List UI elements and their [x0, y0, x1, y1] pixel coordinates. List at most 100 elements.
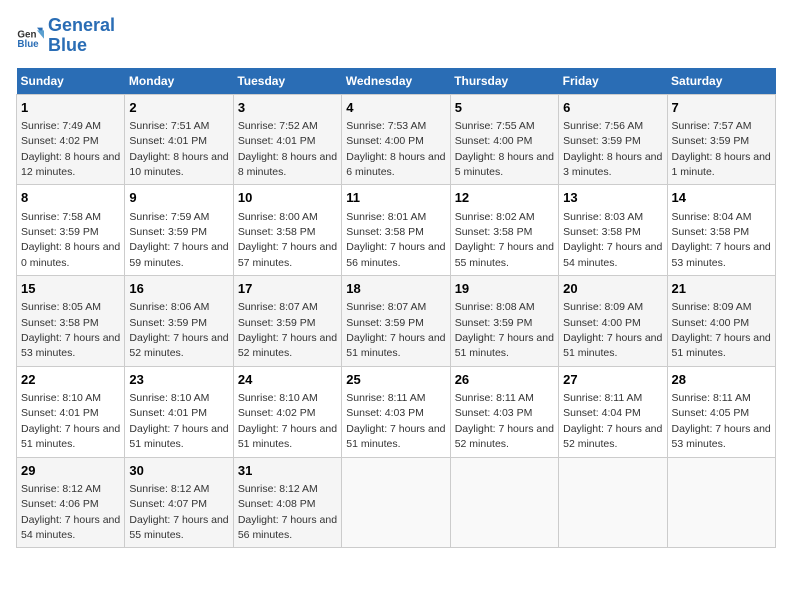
header-monday: Monday	[125, 68, 233, 95]
header-saturday: Saturday	[667, 68, 775, 95]
calendar-cell: 3 Sunrise: 7:52 AMSunset: 4:01 PMDayligh…	[233, 94, 341, 185]
logo: Gen Blue GeneralBlue	[16, 16, 115, 56]
calendar-cell	[342, 457, 450, 548]
calendar-cell: 14 Sunrise: 8:04 AMSunset: 3:58 PMDaylig…	[667, 185, 775, 276]
svg-text:Blue: Blue	[17, 39, 39, 50]
calendar-cell: 9 Sunrise: 7:59 AMSunset: 3:59 PMDayligh…	[125, 185, 233, 276]
day-number: 23	[129, 371, 228, 389]
day-number: 26	[455, 371, 554, 389]
calendar-cell: 6 Sunrise: 7:56 AMSunset: 3:59 PMDayligh…	[559, 94, 667, 185]
calendar-week-row: 22 Sunrise: 8:10 AMSunset: 4:01 PMDaylig…	[17, 366, 776, 457]
day-number: 16	[129, 280, 228, 298]
calendar-cell: 15 Sunrise: 8:05 AMSunset: 3:58 PMDaylig…	[17, 276, 125, 367]
day-number: 9	[129, 189, 228, 207]
calendar-cell: 27 Sunrise: 8:11 AMSunset: 4:04 PMDaylig…	[559, 366, 667, 457]
calendar-cell	[450, 457, 558, 548]
calendar-week-row: 29 Sunrise: 8:12 AMSunset: 4:06 PMDaylig…	[17, 457, 776, 548]
day-info: Sunrise: 8:02 AMSunset: 3:58 PMDaylight:…	[455, 211, 554, 269]
day-number: 30	[129, 462, 228, 480]
day-info: Sunrise: 7:58 AMSunset: 3:59 PMDaylight:…	[21, 211, 120, 269]
calendar-cell: 13 Sunrise: 8:03 AMSunset: 3:58 PMDaylig…	[559, 185, 667, 276]
calendar-cell: 31 Sunrise: 8:12 AMSunset: 4:08 PMDaylig…	[233, 457, 341, 548]
logo-icon: Gen Blue	[16, 22, 44, 50]
calendar-cell: 8 Sunrise: 7:58 AMSunset: 3:59 PMDayligh…	[17, 185, 125, 276]
day-info: Sunrise: 8:11 AMSunset: 4:05 PMDaylight:…	[672, 392, 771, 450]
day-number: 29	[21, 462, 120, 480]
day-number: 12	[455, 189, 554, 207]
day-info: Sunrise: 7:57 AMSunset: 3:59 PMDaylight:…	[672, 120, 771, 178]
calendar-cell: 30 Sunrise: 8:12 AMSunset: 4:07 PMDaylig…	[125, 457, 233, 548]
calendar-cell: 24 Sunrise: 8:10 AMSunset: 4:02 PMDaylig…	[233, 366, 341, 457]
day-number: 4	[346, 99, 445, 117]
header-friday: Friday	[559, 68, 667, 95]
calendar-header-row: SundayMondayTuesdayWednesdayThursdayFrid…	[17, 68, 776, 95]
day-info: Sunrise: 8:10 AMSunset: 4:01 PMDaylight:…	[21, 392, 120, 450]
calendar-cell: 16 Sunrise: 8:06 AMSunset: 3:59 PMDaylig…	[125, 276, 233, 367]
calendar-cell: 17 Sunrise: 8:07 AMSunset: 3:59 PMDaylig…	[233, 276, 341, 367]
day-number: 14	[672, 189, 771, 207]
calendar-cell: 29 Sunrise: 8:12 AMSunset: 4:06 PMDaylig…	[17, 457, 125, 548]
day-info: Sunrise: 7:56 AMSunset: 3:59 PMDaylight:…	[563, 120, 662, 178]
calendar-cell: 28 Sunrise: 8:11 AMSunset: 4:05 PMDaylig…	[667, 366, 775, 457]
day-info: Sunrise: 7:49 AMSunset: 4:02 PMDaylight:…	[21, 120, 120, 178]
day-info: Sunrise: 8:06 AMSunset: 3:59 PMDaylight:…	[129, 301, 228, 359]
day-info: Sunrise: 8:00 AMSunset: 3:58 PMDaylight:…	[238, 211, 337, 269]
day-info: Sunrise: 7:55 AMSunset: 4:00 PMDaylight:…	[455, 120, 554, 178]
day-number: 10	[238, 189, 337, 207]
day-info: Sunrise: 8:07 AMSunset: 3:59 PMDaylight:…	[346, 301, 445, 359]
day-info: Sunrise: 8:12 AMSunset: 4:06 PMDaylight:…	[21, 483, 120, 541]
calendar-cell: 22 Sunrise: 8:10 AMSunset: 4:01 PMDaylig…	[17, 366, 125, 457]
calendar-cell	[667, 457, 775, 548]
calendar-cell: 26 Sunrise: 8:11 AMSunset: 4:03 PMDaylig…	[450, 366, 558, 457]
day-number: 18	[346, 280, 445, 298]
day-info: Sunrise: 8:11 AMSunset: 4:03 PMDaylight:…	[346, 392, 445, 450]
day-info: Sunrise: 8:09 AMSunset: 4:00 PMDaylight:…	[563, 301, 662, 359]
logo-text: GeneralBlue	[48, 16, 115, 56]
day-info: Sunrise: 7:53 AMSunset: 4:00 PMDaylight:…	[346, 120, 445, 178]
day-number: 6	[563, 99, 662, 117]
calendar-cell: 5 Sunrise: 7:55 AMSunset: 4:00 PMDayligh…	[450, 94, 558, 185]
day-number: 13	[563, 189, 662, 207]
calendar-cell: 19 Sunrise: 8:08 AMSunset: 3:59 PMDaylig…	[450, 276, 558, 367]
day-info: Sunrise: 8:03 AMSunset: 3:58 PMDaylight:…	[563, 211, 662, 269]
calendar-cell: 4 Sunrise: 7:53 AMSunset: 4:00 PMDayligh…	[342, 94, 450, 185]
day-number: 5	[455, 99, 554, 117]
calendar-cell	[559, 457, 667, 548]
header-thursday: Thursday	[450, 68, 558, 95]
day-info: Sunrise: 7:52 AMSunset: 4:01 PMDaylight:…	[238, 120, 337, 178]
day-number: 1	[21, 99, 120, 117]
day-info: Sunrise: 8:07 AMSunset: 3:59 PMDaylight:…	[238, 301, 337, 359]
day-number: 3	[238, 99, 337, 117]
day-info: Sunrise: 8:09 AMSunset: 4:00 PMDaylight:…	[672, 301, 771, 359]
day-info: Sunrise: 8:11 AMSunset: 4:03 PMDaylight:…	[455, 392, 554, 450]
day-number: 22	[21, 371, 120, 389]
day-number: 24	[238, 371, 337, 389]
day-info: Sunrise: 8:05 AMSunset: 3:58 PMDaylight:…	[21, 301, 120, 359]
day-info: Sunrise: 7:59 AMSunset: 3:59 PMDaylight:…	[129, 211, 228, 269]
day-info: Sunrise: 8:08 AMSunset: 3:59 PMDaylight:…	[455, 301, 554, 359]
calendar-cell: 11 Sunrise: 8:01 AMSunset: 3:58 PMDaylig…	[342, 185, 450, 276]
day-number: 17	[238, 280, 337, 298]
day-info: Sunrise: 8:04 AMSunset: 3:58 PMDaylight:…	[672, 211, 771, 269]
day-number: 11	[346, 189, 445, 207]
day-number: 28	[672, 371, 771, 389]
calendar-cell: 23 Sunrise: 8:10 AMSunset: 4:01 PMDaylig…	[125, 366, 233, 457]
calendar-week-row: 1 Sunrise: 7:49 AMSunset: 4:02 PMDayligh…	[17, 94, 776, 185]
day-number: 8	[21, 189, 120, 207]
day-info: Sunrise: 8:12 AMSunset: 4:07 PMDaylight:…	[129, 483, 228, 541]
day-info: Sunrise: 8:11 AMSunset: 4:04 PMDaylight:…	[563, 392, 662, 450]
calendar-cell: 21 Sunrise: 8:09 AMSunset: 4:00 PMDaylig…	[667, 276, 775, 367]
day-number: 25	[346, 371, 445, 389]
header-sunday: Sunday	[17, 68, 125, 95]
calendar-cell: 25 Sunrise: 8:11 AMSunset: 4:03 PMDaylig…	[342, 366, 450, 457]
day-number: 15	[21, 280, 120, 298]
calendar-cell: 18 Sunrise: 8:07 AMSunset: 3:59 PMDaylig…	[342, 276, 450, 367]
day-number: 19	[455, 280, 554, 298]
day-info: Sunrise: 7:51 AMSunset: 4:01 PMDaylight:…	[129, 120, 228, 178]
calendar-cell: 10 Sunrise: 8:00 AMSunset: 3:58 PMDaylig…	[233, 185, 341, 276]
calendar-cell: 1 Sunrise: 7:49 AMSunset: 4:02 PMDayligh…	[17, 94, 125, 185]
day-number: 21	[672, 280, 771, 298]
calendar-cell: 2 Sunrise: 7:51 AMSunset: 4:01 PMDayligh…	[125, 94, 233, 185]
day-number: 27	[563, 371, 662, 389]
day-info: Sunrise: 8:01 AMSunset: 3:58 PMDaylight:…	[346, 211, 445, 269]
